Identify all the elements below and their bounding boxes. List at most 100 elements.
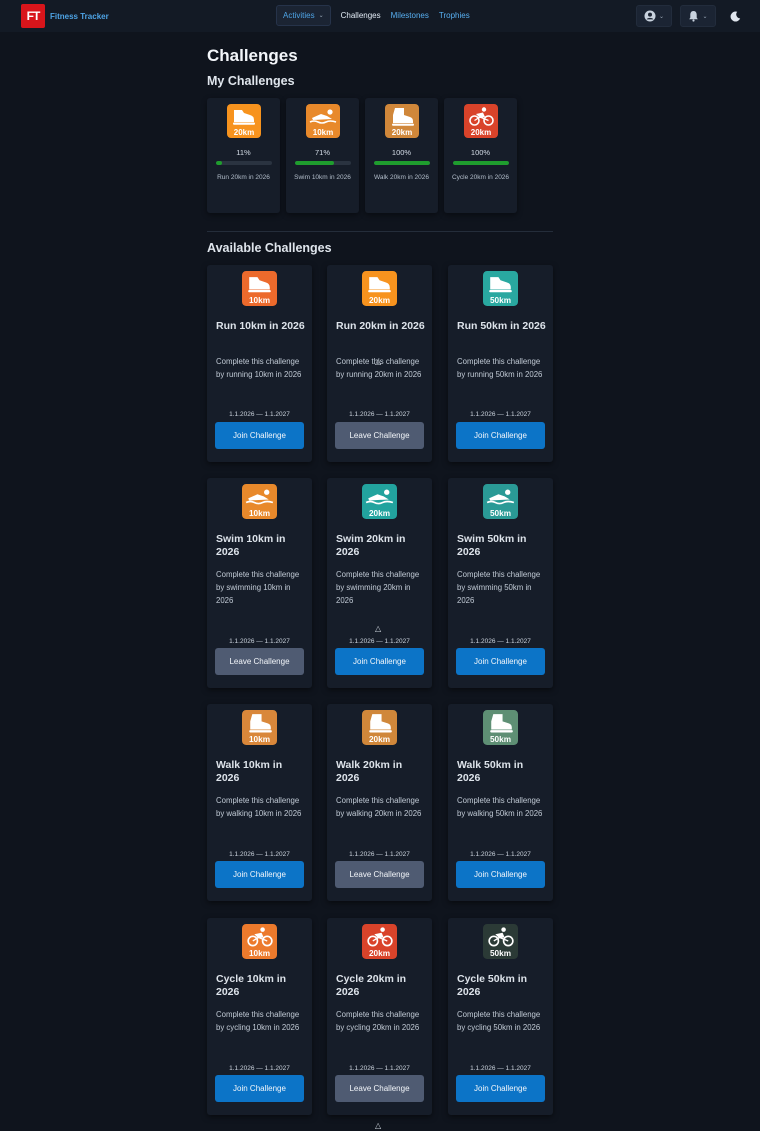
challenge-dates: 1.1.2026 — 1.1.2027 (229, 638, 290, 645)
challenge-dates: 1.1.2026 — 1.1.2027 (349, 1065, 410, 1072)
chevron-down-icon: ⌄ (318, 13, 324, 19)
bell-icon (689, 11, 699, 22)
app-logo: FT (21, 4, 45, 28)
swim-badge-icon: 20km (362, 484, 397, 519)
challenge-title: Cycle 50km in 2026 (457, 973, 528, 998)
challenge-card: 50km Cycle 50km in 2026 Complete this ch… (448, 918, 553, 1115)
leave-challenge-button[interactable]: Leave Challenge (215, 648, 304, 675)
challenge-dates: 1.1.2026 — 1.1.2027 (470, 1065, 531, 1072)
challenge-description: Complete this challenge by swimming 50km… (457, 570, 541, 605)
join-challenge-button[interactable]: Join Challenge (456, 861, 545, 888)
run-badge-icon: 50km (483, 271, 518, 306)
svg-text:50km: 50km (490, 949, 511, 958)
available-challenges-heading: Available Challenges (207, 241, 332, 255)
challenge-title: Swim 10km in 2026 (216, 533, 286, 558)
main-nav: Activities ⌄ Challenges Milestones Troph… (276, 5, 470, 26)
my-challenge-card[interactable]: 20km 100% Cycle 20km in 2026 (444, 98, 517, 213)
chevron-down-icon: ⌄ (658, 13, 665, 20)
challenge-card: 10km Cycle 10km in 2026 Complete this ch… (207, 918, 312, 1115)
swim-badge-icon: 10km (242, 484, 277, 519)
challenge-description: Complete this challenge by walking 50km … (457, 796, 543, 818)
run-badge-icon: 20km (226, 104, 261, 138)
challenge-title: Run 10km in 2026 (216, 320, 305, 332)
nav-link-challenges[interactable]: Challenges (341, 11, 381, 20)
progress-bar (215, 161, 272, 165)
cycle-badge-icon: 10km (242, 924, 277, 959)
leave-challenge-button[interactable]: Leave Challenge (335, 861, 424, 888)
leave-challenge-button[interactable]: Leave Challenge (335, 1075, 424, 1102)
challenge-title: Cycle 20km in 2026 (336, 973, 407, 998)
nav-link-trophies[interactable]: Trophies (439, 11, 470, 20)
user-icon (644, 10, 656, 22)
progress-bar (452, 161, 509, 165)
walk-badge-icon: 20km (362, 710, 397, 745)
join-challenge-button[interactable]: Join Challenge (456, 422, 545, 449)
challenge-description: Complete this challenge by walking 20km … (336, 796, 422, 818)
progress-bar (373, 161, 430, 165)
challenge-card: 50km Walk 50km in 2026 Complete this cha… (448, 704, 553, 901)
join-challenge-button[interactable]: Join Challenge (215, 1075, 304, 1102)
challenge-card: 10km Run 10km in 2026 Complete this chal… (207, 265, 312, 462)
challenge-card: 50km Run 50km in 2026 Complete this chal… (448, 265, 553, 462)
join-challenge-button[interactable]: Join Challenge (215, 422, 304, 449)
progress-bar (294, 161, 351, 165)
challenge-title: Run 20km in 2026 (336, 320, 425, 332)
svg-text:10km: 10km (249, 949, 270, 958)
progress-percent: 11% (236, 148, 251, 157)
challenge-description: Complete this challenge by running 50km … (457, 357, 543, 379)
my-challenge-label: Walk 20km in 2026 (373, 174, 430, 181)
leave-challenge-button[interactable]: Leave Challenge (335, 422, 424, 449)
join-challenge-button[interactable]: Join Challenge (215, 861, 304, 888)
notifications-button[interactable]: ⌄ (680, 5, 716, 27)
svg-text:10km: 10km (312, 128, 332, 137)
run-badge-icon: 10km (242, 271, 277, 306)
user-menu-button[interactable]: ⌄ (636, 5, 672, 27)
challenge-title: Walk 20km in 2026 (336, 759, 403, 784)
svg-text:20km: 20km (233, 128, 253, 137)
cycle-badge-icon: 50km (483, 924, 518, 959)
challenge-dates: 1.1.2026 — 1.1.2027 (470, 411, 531, 418)
activities-dropdown[interactable]: Activities ⌄ (276, 5, 331, 26)
challenge-description: Complete this challenge by cycling 20km … (336, 1010, 420, 1032)
challenge-card: 50km Swim 50km in 2026 Complete this cha… (448, 478, 553, 688)
walk-badge-icon: 50km (483, 710, 518, 745)
progress-fill (373, 161, 430, 165)
my-challenge-label: Cycle 20km in 2026 (451, 174, 510, 181)
join-challenge-button[interactable]: Join Challenge (335, 648, 424, 675)
theme-toggle-button[interactable] (724, 5, 746, 27)
challenge-title: Cycle 10km in 2026 (216, 973, 287, 998)
svg-text:20km: 20km (369, 735, 390, 744)
challenge-title: Walk 10km in 2026 (216, 759, 283, 784)
join-challenge-button[interactable]: Join Challenge (456, 1075, 545, 1102)
challenge-description: Complete this challenge by cycling 50km … (457, 1010, 541, 1032)
warning-icon: △ (375, 357, 382, 366)
cycle-badge-icon: 20km (362, 924, 397, 959)
navbar: FT Fitness Tracker Activities ⌄ Challeng… (0, 0, 760, 32)
challenge-dates: 1.1.2026 — 1.1.2027 (229, 1065, 290, 1072)
my-challenge-card[interactable]: 20km 100% Walk 20km in 2026 (365, 98, 438, 213)
swim-badge-icon: 10km (305, 104, 340, 138)
walk-badge-icon: 20km (384, 104, 419, 138)
svg-text:20km: 20km (391, 128, 411, 137)
my-challenge-card[interactable]: 20km 11% Run 20km in 2026 (207, 98, 280, 213)
brand-name: Fitness Tracker (50, 11, 109, 21)
svg-text:20km: 20km (369, 949, 390, 958)
cycle-badge-icon: 20km (463, 104, 498, 138)
challenge-title: Swim 20km in 2026 (336, 533, 406, 558)
warning-icon: △ (375, 624, 382, 633)
challenge-description: Complete this challenge by cycling 10km … (216, 1010, 300, 1032)
join-challenge-button[interactable]: Join Challenge (456, 648, 545, 675)
nav-link-milestones[interactable]: Milestones (391, 11, 429, 20)
challenge-dates: 1.1.2026 — 1.1.2027 (349, 638, 410, 645)
svg-text:10km: 10km (249, 735, 270, 744)
challenge-dates: 1.1.2026 — 1.1.2027 (229, 411, 290, 418)
svg-text:20km: 20km (369, 509, 390, 518)
my-challenge-card[interactable]: 10km 71% Swim 10km in 2026 (286, 98, 359, 213)
svg-text:50km: 50km (490, 296, 511, 305)
challenge-card: 10km Swim 10km in 2026 Complete this cha… (207, 478, 312, 688)
section-divider (207, 231, 553, 232)
brand-link[interactable]: FT Fitness Tracker (21, 4, 109, 28)
challenge-card: 20km Swim 20km in 2026 Complete this cha… (327, 478, 432, 688)
page-title: Challenges (207, 46, 298, 65)
challenge-title: Swim 50km in 2026 (457, 533, 527, 558)
